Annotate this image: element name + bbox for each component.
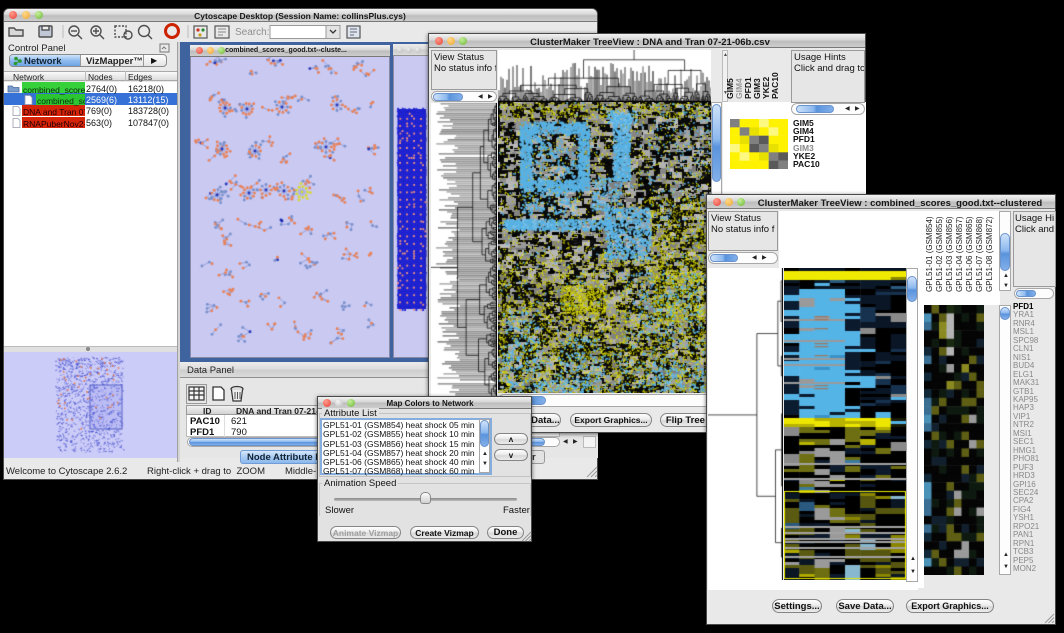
- svg-text:Search:: Search:: [235, 27, 269, 38]
